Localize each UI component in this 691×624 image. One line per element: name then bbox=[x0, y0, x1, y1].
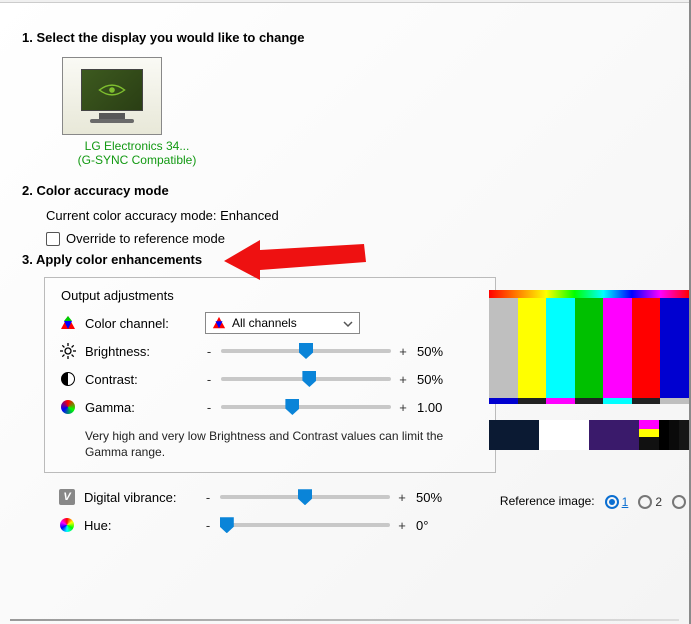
display-label: LG Electronics 34... (G-SYNC Compatible) bbox=[62, 139, 212, 167]
override-label: Override to reference mode bbox=[66, 231, 225, 246]
gamma-value: 1.00 bbox=[417, 400, 461, 415]
reference-radio-2[interactable]: 2 bbox=[638, 494, 662, 509]
hue-plus[interactable]: + bbox=[396, 518, 408, 533]
output-adjustments-group: Output adjustments Color channel: All ch… bbox=[44, 277, 496, 473]
hue-slider[interactable] bbox=[220, 523, 390, 527]
section2-heading: 2. Color accuracy mode bbox=[22, 183, 679, 198]
display-list: LG Electronics 34... (G-SYNC Compatible) bbox=[62, 57, 679, 167]
reference-preview bbox=[489, 290, 689, 450]
brightness-value: 50% bbox=[417, 344, 461, 359]
digital-vibrance-icon: V bbox=[58, 488, 76, 506]
digital-vibrance-label: Digital vibrance: bbox=[84, 490, 202, 505]
gamma-plus[interactable]: + bbox=[397, 400, 409, 415]
vibrance-plus[interactable]: + bbox=[396, 490, 408, 505]
monitor-icon bbox=[81, 69, 143, 111]
color-channel-icon bbox=[59, 314, 77, 332]
contrast-icon bbox=[59, 370, 77, 388]
contrast-value: 50% bbox=[417, 372, 461, 387]
brightness-slider[interactable] bbox=[221, 349, 391, 353]
gamma-label: Gamma: bbox=[85, 400, 203, 415]
hue-icon bbox=[58, 516, 76, 534]
hue-value: 0° bbox=[416, 518, 460, 533]
gamma-icon bbox=[59, 398, 77, 416]
vibrance-slider[interactable] bbox=[220, 495, 390, 499]
override-checkbox[interactable] bbox=[46, 232, 60, 246]
section1-heading: 1. Select the display you would like to … bbox=[22, 30, 679, 45]
output-adjustments-title: Output adjustments bbox=[61, 288, 481, 303]
hue-label: Hue: bbox=[84, 518, 202, 533]
brightness-label: Brightness: bbox=[85, 344, 203, 359]
reference-radio-1[interactable]: 1 bbox=[605, 494, 629, 509]
color-channel-label: Color channel: bbox=[85, 316, 203, 331]
current-accuracy-mode: Current color accuracy mode: Enhanced bbox=[46, 208, 679, 223]
gamma-slider[interactable] bbox=[221, 405, 391, 409]
color-channel-dropdown[interactable]: All channels bbox=[205, 312, 360, 334]
vibrance-value: 50% bbox=[416, 490, 460, 505]
hue-minus[interactable]: - bbox=[202, 518, 214, 533]
gamma-minus[interactable]: - bbox=[203, 400, 215, 415]
reference-radio-3[interactable] bbox=[672, 494, 689, 509]
contrast-label: Contrast: bbox=[85, 372, 203, 387]
contrast-minus[interactable]: - bbox=[203, 372, 215, 387]
chevron-down-icon bbox=[343, 320, 353, 328]
contrast-slider[interactable] bbox=[221, 377, 391, 381]
vibrance-minus[interactable]: - bbox=[202, 490, 214, 505]
brightness-icon bbox=[59, 342, 77, 360]
display-item[interactable] bbox=[62, 57, 162, 135]
brightness-plus[interactable]: + bbox=[397, 344, 409, 359]
gamma-note: Very high and very low Brightness and Co… bbox=[85, 429, 465, 460]
contrast-plus[interactable]: + bbox=[397, 372, 409, 387]
section3-heading: 3. Apply color enhancements bbox=[22, 252, 679, 267]
reference-image-label: Reference image: bbox=[500, 494, 595, 508]
brightness-minus[interactable]: - bbox=[203, 344, 215, 359]
